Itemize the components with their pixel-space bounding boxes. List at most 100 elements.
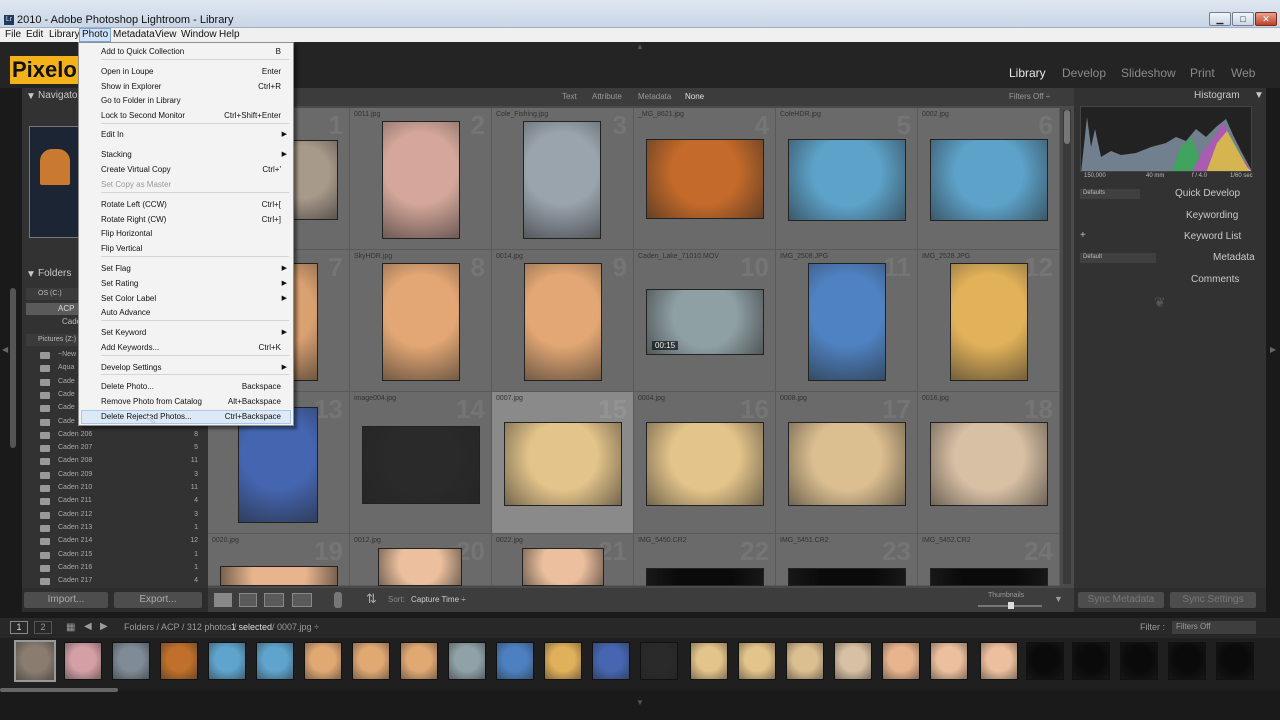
photo-thumbnail[interactable] <box>930 568 1048 586</box>
maximize-button[interactable]: □ <box>1232 12 1254 26</box>
menu-item-set-rating[interactable]: Set Rating <box>101 278 138 290</box>
bottom-panel-toggle-icon[interactable]: ▼ <box>636 698 644 707</box>
photo-thumbnail[interactable] <box>808 263 886 381</box>
photo-thumbnail[interactable] <box>382 263 460 381</box>
volume-pictures[interactable]: Pictures (Z:) <box>26 334 82 346</box>
forward-arrow-icon[interactable]: ▶ <box>100 621 108 632</box>
photo-thumbnail[interactable] <box>522 548 604 586</box>
current-file[interactable]: / 0007.jpg ÷ <box>272 622 319 632</box>
photo-thumbnail[interactable] <box>362 426 480 504</box>
histogram-header[interactable]: Histogram <box>1194 90 1240 101</box>
folder-cade[interactable]: Cade <box>26 316 82 328</box>
folders-header[interactable]: Folders <box>38 268 71 279</box>
metadata-header[interactable]: Metadata <box>1213 252 1255 263</box>
photo-thumbnail[interactable] <box>524 263 602 381</box>
menu-item-add-to-quick-collection[interactable]: Add to Quick Collection <box>101 46 184 58</box>
export-button[interactable]: Export... <box>114 592 202 608</box>
photo-thumbnail[interactable] <box>788 139 906 221</box>
menu-item-set-keyword[interactable]: Set Keyword <box>101 327 146 339</box>
metadata-preset[interactable]: Default <box>1080 253 1156 263</box>
secondary-window-button[interactable]: 2 <box>34 621 52 634</box>
menu-item-create-virtual-copy[interactable]: Create Virtual Copy <box>101 164 171 176</box>
minimize-button[interactable]: ▁ <box>1209 12 1231 26</box>
right-panel-toggle-icon[interactable]: ▶ <box>1270 345 1276 354</box>
filmstrip-thumb[interactable] <box>400 642 438 680</box>
filmstrip-thumb[interactable] <box>112 642 150 680</box>
quick-develop-preset[interactable]: Defaults <box>1080 189 1140 199</box>
folder-row[interactable]: Caden 210 11 <box>26 483 202 496</box>
folder-row[interactable]: Caden 209 3 <box>26 470 202 483</box>
volume-os[interactable]: OS (C:) <box>26 288 82 300</box>
filmstrip-thumb[interactable] <box>64 642 102 680</box>
filmstrip-thumb[interactable] <box>1120 642 1158 680</box>
photo-thumbnail[interactable] <box>646 139 764 219</box>
menu-item-stacking[interactable]: Stacking <box>101 149 132 161</box>
module-library[interactable]: Library <box>1009 66 1046 80</box>
menu-item-delete-photo[interactable]: Delete Photo... <box>101 381 154 393</box>
filter-status[interactable]: Filters Off ÷ <box>1009 92 1050 101</box>
grid-scrollbar[interactable] <box>1063 110 1071 584</box>
menu-item-auto-advance[interactable]: Auto Advance <box>101 307 150 319</box>
filmstrip-thumb[interactable] <box>592 642 630 680</box>
filmstrip-thumb[interactable] <box>1216 642 1254 680</box>
module-web[interactable]: Web <box>1231 66 1255 80</box>
menu-item-rotate-right-cw[interactable]: Rotate Right (CW) <box>101 214 166 226</box>
filmstrip-thumb[interactable] <box>1168 642 1206 680</box>
navigator-toggle-icon[interactable]: ▼ <box>26 91 36 102</box>
sync-metadata-button[interactable]: Sync Metadata <box>1078 592 1164 608</box>
filter-tab-attribute[interactable]: Attribute <box>592 92 622 101</box>
menu-item-set-color-label[interactable]: Set Color Label <box>101 293 156 305</box>
menu-item-lock-to-second-monitor[interactable]: Lock to Second Monitor <box>101 110 185 122</box>
filmstrip-scrollbar-thumb[interactable] <box>0 688 118 692</box>
add-keyword-icon[interactable]: + <box>1080 230 1086 241</box>
filmstrip-thumb[interactable] <box>834 642 872 680</box>
compare-view-icon[interactable] <box>264 593 284 607</box>
keyword-list-header[interactable]: Keyword List <box>1184 231 1241 242</box>
menu-file[interactable]: File <box>5 29 21 40</box>
filmstrip-thumb[interactable] <box>14 640 56 682</box>
back-arrow-icon[interactable]: ◀ <box>84 621 92 632</box>
menu-item-open-in-loupe[interactable]: Open in Loupe <box>101 66 154 78</box>
folder-row[interactable]: Caden 212 3 <box>26 510 202 523</box>
menu-view[interactable]: View <box>155 29 177 40</box>
menu-window[interactable]: Window <box>181 29 217 40</box>
menu-photo[interactable]: Photo <box>79 28 112 42</box>
photo-thumbnail[interactable] <box>646 568 764 586</box>
sort-select[interactable]: Capture Time ÷ <box>411 595 466 604</box>
photo-thumbnail[interactable] <box>930 422 1048 506</box>
thumbnail-size-slider[interactable] <box>978 602 1042 609</box>
folder-row[interactable]: Caden 208 11 <box>26 456 202 469</box>
photo-thumbnail[interactable] <box>788 422 906 506</box>
navigator-preview[interactable] <box>29 126 81 238</box>
menu-item-remove-photo-from-catalog[interactable]: Remove Photo from Catalog <box>101 396 202 408</box>
filmstrip-thumb[interactable] <box>448 642 486 680</box>
photo-thumbnail[interactable] <box>382 121 460 239</box>
filmstrip-thumb[interactable] <box>738 642 776 680</box>
filmstrip-thumb[interactable] <box>1072 642 1110 680</box>
left-panel-toggle-icon[interactable]: ◀ <box>2 345 8 354</box>
menu-item-go-to-folder-in-library[interactable]: Go to Folder in Library <box>101 95 181 107</box>
photo-thumbnail[interactable] <box>504 422 622 506</box>
menu-item-flip-vertical[interactable]: Flip Vertical <box>101 243 142 255</box>
filmstrip-thumb[interactable] <box>304 642 342 680</box>
toolbar-options-icon[interactable]: ▼ <box>1054 594 1063 604</box>
folder-row[interactable]: Caden 206 8 <box>26 430 202 443</box>
filmstrip-thumb[interactable] <box>256 642 294 680</box>
menu-help[interactable]: Help <box>219 29 240 40</box>
filmstrip-thumb[interactable] <box>496 642 534 680</box>
comments-header[interactable]: Comments <box>1191 274 1239 285</box>
filter-tab-text[interactable]: Text <box>562 92 577 101</box>
survey-view-icon[interactable] <box>292 593 312 607</box>
keywording-header[interactable]: Keywording <box>1186 210 1238 221</box>
folder-row[interactable]: Caden 214 12 <box>26 536 202 549</box>
filter-tab-none[interactable]: None <box>685 92 704 101</box>
filmstrip-thumb[interactable] <box>160 642 198 680</box>
filmstrip-source-path[interactable]: Folders / ACP / 312 photos / <box>124 622 236 632</box>
photo-thumbnail[interactable] <box>523 121 601 239</box>
loupe-view-icon[interactable] <box>239 593 257 607</box>
menu-edit[interactable]: Edit <box>26 29 43 40</box>
photo-thumbnail[interactable] <box>788 568 906 586</box>
folder-row[interactable]: Caden 213 1 <box>26 523 202 536</box>
menu-item-flip-horizontal[interactable]: Flip Horizontal <box>101 228 152 240</box>
grid-scrollbar-thumb[interactable] <box>1064 110 1070 144</box>
